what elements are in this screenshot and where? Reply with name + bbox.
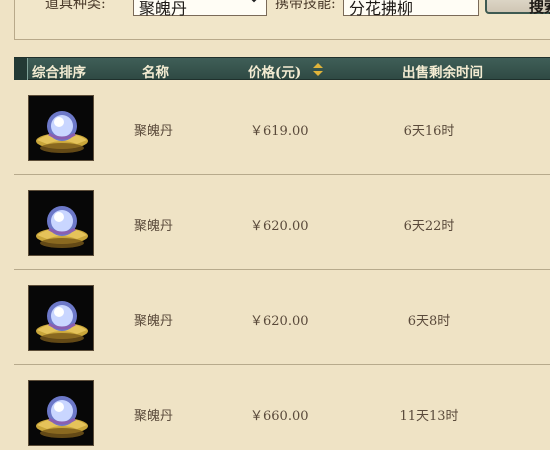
remaining-time: 6天22时 xyxy=(403,219,455,234)
corner-ornament-icon xyxy=(14,58,28,81)
item-type-select[interactable]: 聚魄丹 xyxy=(133,0,267,18)
item-type-value: 聚魄丹 xyxy=(139,0,188,18)
table-row[interactable]: 聚魄丹 ￥660.00 11天13时 xyxy=(14,365,550,450)
listing-table: 聚魄丹 ￥619.00 6天16时 聚魄丹 ￥620.00 6天22时 聚魄丹 … xyxy=(14,80,550,450)
remaining-time: 6天8时 xyxy=(407,314,451,329)
table-row[interactable]: 聚魄丹 ￥619.00 6天16时 xyxy=(14,80,550,175)
table-row[interactable]: 聚魄丹 ￥620.00 6天22时 xyxy=(14,175,550,270)
skill-value: 分花拂柳 xyxy=(349,0,414,18)
remaining-time: 6天16时 xyxy=(403,124,455,139)
table-row[interactable]: 聚魄丹 ￥620.00 6天8时 xyxy=(14,270,550,365)
skill-label: 携带技能: xyxy=(275,0,336,12)
table-header: 综合排序 名称 价格(元) 出售剩余时间 xyxy=(14,57,550,81)
header-name: 名称 xyxy=(142,65,169,81)
sort-arrows-icon[interactable] xyxy=(312,62,324,77)
item-type-label: 道具种类: xyxy=(45,0,106,12)
remaining-time: 11天13时 xyxy=(399,409,459,424)
header-rank[interactable]: 综合排序 xyxy=(32,61,86,81)
header-time: 出售剩余时间 xyxy=(402,65,483,81)
skill-input[interactable]: 分花拂柳 xyxy=(343,0,479,18)
filter-bar: 道具种类: 聚魄丹 携带技能: 分花拂柳 搜索 xyxy=(14,0,550,40)
header-price[interactable]: 价格(元) xyxy=(248,61,301,81)
chevron-down-icon xyxy=(251,0,257,3)
market-page: 道具种类: 聚魄丹 携带技能: 分花拂柳 搜索 综合排序 名称 价格(元) 出售… xyxy=(0,0,550,450)
search-button-label: 搜索 xyxy=(529,0,550,16)
search-button[interactable]: 搜索 xyxy=(485,0,550,16)
